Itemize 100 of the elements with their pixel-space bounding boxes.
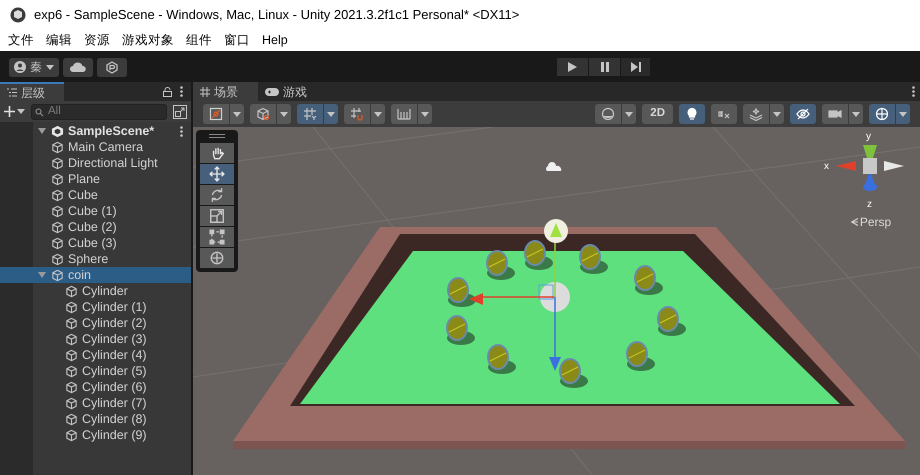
tool-button[interactable] — [200, 227, 234, 247]
hierarchy-row[interactable]: Cube (2) — [0, 219, 191, 235]
rect-tool-icon — [209, 229, 225, 245]
more-icon[interactable] — [180, 126, 183, 136]
hierarchy-row[interactable]: Cube — [0, 187, 191, 203]
hierarchy-row[interactable]: Cylinder (3) — [0, 331, 191, 347]
toolbar-button[interactable] — [595, 104, 622, 124]
tool-button[interactable] — [200, 185, 234, 205]
cube-icon — [51, 188, 64, 202]
projection-label[interactable]: Persp — [860, 213, 892, 231]
hierarchy-row[interactable]: Cylinder (8) — [0, 411, 191, 427]
scene-tab[interactable]: 场景 — [193, 82, 258, 101]
toolbar-button[interactable] — [711, 104, 737, 124]
dropdown-button[interactable] — [622, 104, 636, 124]
hierarchy-row[interactable]: Cylinder (9) — [0, 427, 191, 443]
add-button[interactable] — [4, 106, 25, 117]
menu-item[interactable]: 文件 — [8, 31, 34, 50]
hierarchy-row[interactable]: coin — [0, 267, 191, 283]
list-icon — [7, 88, 17, 97]
hierarchy-row[interactable]: Sphere — [0, 251, 191, 267]
menu-item[interactable]: 资源 — [84, 31, 110, 50]
caret-icon — [233, 112, 241, 116]
menu-item[interactable]: 组件 — [186, 31, 212, 50]
hierarchy-row[interactable]: Main Camera — [0, 139, 191, 155]
dropdown-button[interactable] — [324, 104, 338, 124]
cube-icon — [51, 156, 64, 170]
hierarchy-row[interactable]: Cylinder (4) — [0, 347, 191, 363]
cube-icon — [51, 172, 64, 186]
menu-item[interactable]: 游戏对象 — [122, 31, 174, 50]
scene-tab[interactable]: 游戏 — [258, 82, 314, 101]
expand-triangle-icon[interactable] — [38, 271, 46, 279]
dropdown-button[interactable] — [849, 104, 863, 124]
hierarchy-row[interactable]: Directional Light — [0, 155, 191, 171]
cube-icon — [51, 252, 64, 266]
hierarchy-row[interactable]: Cylinder (1) — [0, 299, 191, 315]
hierarchy-row[interactable]: Cube (1) — [0, 203, 191, 219]
expand-triangle-icon[interactable] — [38, 127, 46, 135]
object-name: Cylinder (4) — [82, 346, 147, 364]
cloud-icon — [70, 62, 86, 72]
cube-icon — [65, 332, 78, 346]
lock-icon[interactable] — [163, 86, 172, 96]
toolbar-button[interactable] — [297, 104, 323, 124]
toolbar-button[interactable] — [743, 104, 769, 124]
cube-icon — [65, 300, 78, 314]
object-name: Directional Light — [68, 154, 158, 172]
object-name: Cylinder (1) — [82, 298, 147, 316]
toolbar-button[interactable] — [679, 104, 705, 124]
toolbar-button[interactable] — [869, 104, 895, 124]
object-name: Cylinder (2) — [82, 314, 147, 332]
cube-icon — [51, 236, 64, 250]
tool-button[interactable] — [200, 206, 234, 226]
object-name: SampleScene* — [68, 122, 154, 140]
pause-button[interactable] — [589, 58, 620, 76]
toolbar-button[interactable] — [391, 104, 417, 124]
dropdown-button[interactable] — [418, 104, 432, 124]
search-field[interactable]: All — [31, 104, 167, 120]
menu-item[interactable]: 编辑 — [46, 31, 72, 50]
cube-icon — [51, 204, 64, 218]
cube-icon — [51, 220, 64, 234]
more-icon[interactable] — [912, 86, 915, 97]
gamepad-icon — [265, 88, 279, 96]
more-icon[interactable] — [180, 86, 183, 97]
tool-button[interactable] — [200, 143, 234, 163]
hierarchy-row[interactable]: Cylinder — [0, 283, 191, 299]
hierarchy-row[interactable]: Plane — [0, 171, 191, 187]
hierarchy-row[interactable]: Cylinder (7) — [0, 395, 191, 411]
tool-button[interactable] — [200, 248, 234, 268]
scene-search-icon[interactable] — [173, 104, 187, 118]
hierarchy-row[interactable]: Cube (3) — [0, 235, 191, 251]
toolbar-button[interactable] — [822, 104, 848, 124]
toolbar-button[interactable] — [344, 104, 370, 124]
axis-label: y — [866, 130, 871, 144]
dropdown-button[interactable] — [230, 104, 244, 124]
dropdown-button[interactable] — [371, 104, 385, 124]
account-button[interactable]: 秦 — [9, 58, 59, 76]
hierarchy-row[interactable]: Cylinder (2) — [0, 315, 191, 331]
mode-2d-button[interactable]: 2D — [642, 104, 673, 124]
menu-item[interactable]: Help — [262, 31, 288, 50]
hierarchy-row[interactable]: Cylinder (5) — [0, 363, 191, 379]
dropdown-button[interactable] — [277, 104, 291, 124]
hierarchy-tab[interactable]: 层级 — [0, 82, 64, 101]
hierarchy-row[interactable]: SampleScene* — [0, 123, 191, 139]
toolbar-button[interactable] — [790, 104, 816, 124]
cloud-button[interactable] — [63, 58, 93, 76]
hexagon-icon — [106, 60, 118, 74]
step-button[interactable] — [621, 58, 650, 76]
hierarchy-row[interactable]: Cylinder (6) — [0, 379, 191, 395]
unity-logo-icon — [51, 124, 64, 138]
collab-button[interactable] — [97, 58, 127, 76]
menu-item[interactable]: 窗口 — [224, 31, 250, 50]
shading-icon — [209, 107, 223, 121]
drag-handle-icon[interactable] — [209, 134, 225, 138]
dropdown-button[interactable] — [770, 104, 784, 124]
play-button[interactable] — [557, 58, 588, 76]
toolbar-button[interactable] — [250, 104, 276, 124]
dropdown-button[interactable] — [896, 104, 910, 124]
layers-icon — [749, 107, 763, 121]
object-name: Cylinder (3) — [82, 330, 147, 348]
tool-button[interactable] — [200, 164, 234, 184]
toolbar-button[interactable] — [203, 104, 229, 124]
